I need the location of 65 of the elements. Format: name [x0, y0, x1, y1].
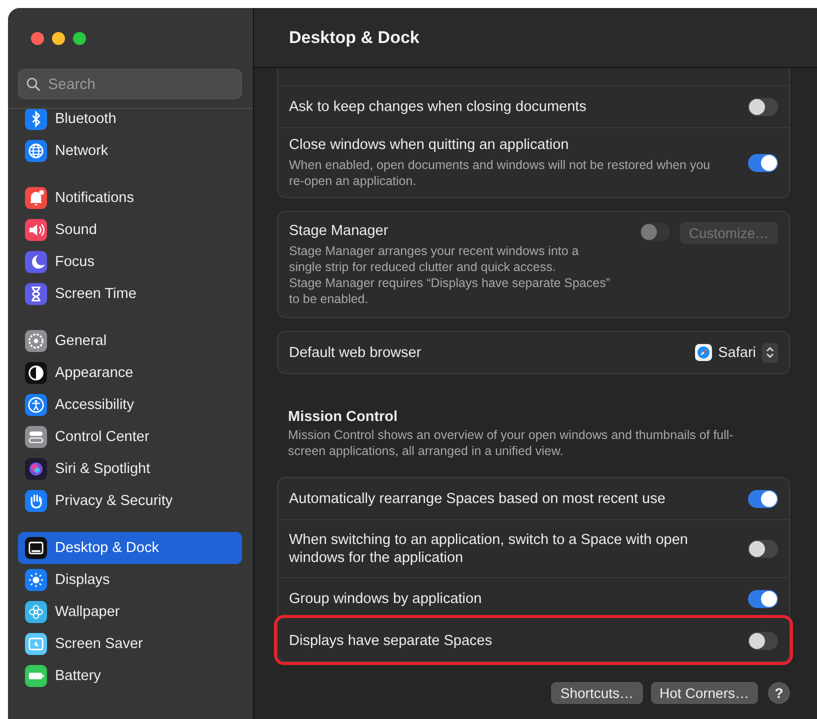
hand-icon [25, 490, 47, 512]
sidebar-item[interactable]: Screen Saver [18, 628, 242, 660]
sidebar-item[interactable]: Control Center [18, 421, 242, 453]
sidebar-item[interactable]: Screen Time [18, 278, 242, 310]
section-title: Mission Control [288, 409, 399, 425]
setting-label: Close windows when quitting an application [289, 136, 570, 154]
orb-icon [25, 458, 47, 480]
gear-icon [25, 330, 47, 352]
setting-label: Displays have separate Spaces [289, 632, 492, 650]
moon-icon [25, 251, 47, 273]
contrast-icon [25, 362, 47, 384]
setting-description: Stage Manager arranges your recent windows into a single strip for reduced clutter and quick access. Stage Manager requires “Displays have separate Spaces” to be enabled. [289, 243, 610, 307]
help-button[interactable]: ? [768, 682, 790, 704]
section-description: Mission Control shows an overview of your open windows and thumbnails of full- screen applications, all arranged in a unified view. [288, 427, 734, 459]
sidebar-item[interactable]: Focus [18, 246, 242, 278]
battery-icon [25, 665, 47, 687]
sidebar-item[interactable]: Battery [18, 660, 242, 692]
setting-label: Stage Manager [289, 222, 390, 240]
close-button[interactable] [31, 32, 44, 45]
setting-label: Default web browser [289, 344, 422, 362]
browser-value: Safari [718, 344, 756, 362]
compass-icon [695, 344, 712, 361]
zoom-button[interactable] [73, 32, 86, 45]
sidebar-item[interactable]: Sound [18, 214, 242, 246]
flower-icon [25, 601, 47, 623]
setting-label: Group windows by application [289, 590, 482, 608]
toggle-switch[interactable] [748, 632, 778, 650]
toggle-switch[interactable] [748, 490, 778, 508]
sidebar-item[interactable]: Notifications [18, 182, 242, 214]
footer-button[interactable]: Shortcuts… [551, 682, 643, 704]
toggle-switch[interactable] [748, 154, 778, 172]
setting-description: When enabled, open documents and windows will not be restored when you re-open an application. [289, 157, 710, 189]
screen-icon [25, 633, 47, 655]
sidebar-item[interactable]: Desktop & Dock [18, 532, 242, 564]
sidebar-item[interactable]: Privacy & Security [18, 485, 242, 517]
sidebar-item[interactable]: Bluetooth [18, 109, 242, 135]
toggle-switch[interactable] [748, 590, 778, 608]
minimize-button[interactable] [52, 32, 65, 45]
popup-button[interactable] [762, 342, 778, 362]
toggle-switch[interactable] [748, 540, 778, 558]
sun-icon [25, 569, 47, 591]
sidebar-item[interactable]: Wallpaper [18, 596, 242, 628]
setting-label: Automatically rearrange Spaces based on most recent use [289, 490, 666, 508]
setting-label: When switching to an application, switch to a Space with open windows for the application [289, 530, 688, 566]
globe-icon [25, 140, 47, 162]
sidebar-item[interactable]: Network [18, 135, 242, 167]
hourglass-icon [25, 283, 47, 305]
setting-label: Ask to keep changes when closing documents [289, 98, 586, 116]
search-icon [26, 77, 41, 92]
accessibility-icon [25, 394, 47, 416]
toggle-switch[interactable] [748, 98, 778, 116]
window-title: Desktop & Dock [289, 28, 420, 48]
search-field[interactable]: Search [18, 69, 242, 99]
sidebar-item[interactable]: Appearance [18, 357, 242, 389]
bluetooth-icon [25, 109, 47, 130]
toggles-icon [25, 426, 47, 448]
dock-icon [25, 537, 47, 559]
chevron-updown-icon [766, 346, 774, 359]
speaker-icon [25, 219, 47, 241]
sidebar-item[interactable]: Siri & Spotlight [18, 453, 242, 485]
bell-icon [25, 187, 47, 209]
sidebar-item[interactable]: Accessibility [18, 389, 242, 421]
sidebar-item[interactable]: General [18, 325, 242, 357]
footer-button[interactable]: Hot Corners… [650, 682, 758, 704]
sidebar-item[interactable]: Displays [18, 564, 242, 596]
